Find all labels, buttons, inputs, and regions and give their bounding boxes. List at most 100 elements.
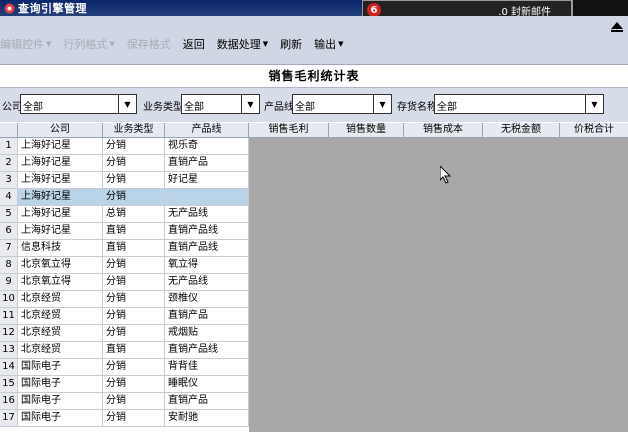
table-cell[interactable]: 直销 bbox=[103, 342, 165, 358]
menu-item[interactable]: 返回 bbox=[183, 36, 205, 52]
table-cell[interactable]: 颈椎仪 bbox=[165, 291, 249, 307]
chevron-down-icon: ▼ bbox=[46, 40, 52, 48]
menu-item-label: 编辑控件 bbox=[0, 38, 44, 51]
table-cell[interactable]: 北京经贸 bbox=[18, 342, 103, 358]
table-cell[interactable]: 氧立得 bbox=[165, 257, 249, 273]
menu-item-label: 数据处理 bbox=[216, 38, 261, 51]
table-cell[interactable]: 分销 bbox=[103, 274, 165, 290]
table-cell[interactable]: 戒烟贴 bbox=[165, 325, 249, 341]
chevron-down-icon[interactable]: ▼ bbox=[585, 95, 603, 113]
row-number: 7 bbox=[0, 240, 18, 256]
table-cell[interactable]: 上海好记星 bbox=[18, 172, 103, 188]
table-cell[interactable]: 分销 bbox=[103, 189, 165, 205]
row-number: 12 bbox=[0, 325, 18, 341]
table-cell[interactable]: 直销产品 bbox=[165, 393, 249, 409]
column-header[interactable]: 销售毛利 bbox=[249, 123, 329, 137]
table-cell[interactable]: 国际电子 bbox=[18, 393, 103, 409]
table-cell[interactable]: 安耐驰 bbox=[165, 410, 249, 426]
table-cell[interactable]: 北京经贸 bbox=[18, 308, 103, 324]
column-header[interactable]: 业务类型 bbox=[103, 123, 165, 137]
table-cell[interactable]: 北京氧立得 bbox=[18, 257, 103, 273]
table-cell[interactable]: 上海好记星 bbox=[18, 206, 103, 222]
mouse-cursor-icon bbox=[440, 166, 452, 184]
column-header[interactable]: 销售成本 bbox=[404, 123, 483, 137]
row-number: 14 bbox=[0, 359, 18, 375]
menu-item[interactable]: 输出 ▼ bbox=[314, 36, 343, 52]
table-cell[interactable]: 分销 bbox=[103, 291, 165, 307]
table-cell[interactable]: 无产品线 bbox=[165, 206, 249, 222]
column-header[interactable]: 公司 bbox=[18, 123, 103, 137]
table-cell[interactable]: 分销 bbox=[103, 172, 165, 188]
table-cell[interactable]: 直销产品线 bbox=[165, 240, 249, 256]
column-header[interactable]: 销售数量 bbox=[329, 123, 404, 137]
table-cell[interactable]: 直销产品 bbox=[165, 308, 249, 324]
table-cell[interactable]: 分销 bbox=[103, 325, 165, 341]
line-select[interactable]: 全部 ▼ bbox=[292, 94, 392, 114]
table-cell[interactable]: 分销 bbox=[103, 359, 165, 375]
line-label: 产品线 bbox=[264, 102, 294, 113]
table-cell[interactable]: 分销 bbox=[103, 155, 165, 171]
table-cell[interactable]: 直销 bbox=[103, 223, 165, 239]
menu-item[interactable]: 数据处理 ▼ bbox=[217, 36, 268, 52]
table-cell[interactable]: 视乐奇 bbox=[165, 138, 249, 154]
obscured-numeric-area bbox=[249, 138, 628, 432]
company-select[interactable]: 全部 ▼ bbox=[20, 94, 137, 114]
table-cell[interactable]: 睡眠仪 bbox=[165, 376, 249, 392]
row-number: 6 bbox=[0, 223, 18, 239]
goods-label: 存货名称 bbox=[397, 102, 437, 113]
table-cell[interactable]: 直销产品 bbox=[165, 155, 249, 171]
chevron-down-icon: ▼ bbox=[262, 40, 269, 48]
table-cell[interactable]: 无产品线 bbox=[165, 274, 249, 290]
row-number: 10 bbox=[0, 291, 18, 307]
company-value: 全部 bbox=[23, 102, 43, 113]
chevron-down-icon: ▼ bbox=[109, 40, 115, 48]
chevron-down-icon[interactable]: ▼ bbox=[118, 95, 136, 113]
row-number: 2 bbox=[0, 155, 18, 171]
table-cell[interactable]: 北京氧立得 bbox=[18, 274, 103, 290]
table-cell[interactable]: 分销 bbox=[103, 393, 165, 409]
table-cell[interactable]: 北京经贸 bbox=[18, 325, 103, 341]
table-cell[interactable]: 上海好记星 bbox=[18, 138, 103, 154]
menu-item-label: 输出 bbox=[314, 38, 337, 51]
table-cell[interactable]: 北京经贸 bbox=[18, 291, 103, 307]
table-cell[interactable]: 直销产品线 bbox=[165, 223, 249, 239]
table-cell[interactable]: 直销产品线 bbox=[165, 342, 249, 358]
column-header[interactable]: 无税金额 bbox=[483, 123, 560, 137]
biztype-value: 全部 bbox=[184, 102, 204, 113]
table-cell[interactable]: 分销 bbox=[103, 410, 165, 426]
menu-item[interactable]: 刷新 bbox=[280, 36, 302, 52]
table-cell[interactable]: 上海好记星 bbox=[18, 223, 103, 239]
row-number: 1 bbox=[0, 138, 18, 154]
table-cell[interactable]: 国际电子 bbox=[18, 359, 103, 375]
column-header[interactable]: 产品线 bbox=[165, 123, 249, 137]
menu-item-label: 行列格式 bbox=[63, 38, 108, 51]
table-cell[interactable] bbox=[165, 189, 249, 205]
chevron-down-icon[interactable]: ▼ bbox=[241, 95, 259, 113]
menu-item-label: 保存格式 bbox=[126, 38, 171, 51]
eject-icon[interactable] bbox=[610, 20, 624, 34]
app-icon bbox=[3, 2, 15, 14]
row-number: 5 bbox=[0, 206, 18, 222]
table-cell[interactable]: 总销 bbox=[103, 206, 165, 222]
table-cell[interactable]: 分销 bbox=[103, 138, 165, 154]
row-number: 16 bbox=[0, 393, 18, 409]
table-cell[interactable]: 分销 bbox=[103, 376, 165, 392]
window-title: 查询引擎管理 bbox=[18, 2, 87, 15]
biztype-select[interactable]: 全部 ▼ bbox=[181, 94, 260, 114]
goods-select[interactable]: 全部 ▼ bbox=[434, 94, 604, 114]
row-number-header bbox=[0, 123, 18, 137]
table-cell[interactable]: 上海好记星 bbox=[18, 189, 103, 205]
table-cell[interactable]: 背背佳 bbox=[165, 359, 249, 375]
table-cell[interactable]: 分销 bbox=[103, 308, 165, 324]
table-cell[interactable]: 好记星 bbox=[165, 172, 249, 188]
table-cell[interactable]: 国际电子 bbox=[18, 376, 103, 392]
column-header[interactable]: 价税合计 bbox=[560, 123, 628, 137]
chevron-down-icon[interactable]: ▼ bbox=[373, 95, 391, 113]
table-cell[interactable]: 信息科技 bbox=[18, 240, 103, 256]
table-cell[interactable]: 国际电子 bbox=[18, 410, 103, 426]
table-cell[interactable]: 直销 bbox=[103, 240, 165, 256]
table-cell[interactable]: 上海好记星 bbox=[18, 155, 103, 171]
company-label: 公司 bbox=[2, 102, 22, 113]
toolbar: 编辑控件 ▼ 行列格式 ▼ 保存格式 返回 数据处理 ▼ 刷新 输出 ▼ bbox=[0, 16, 628, 65]
table-cell[interactable]: 分销 bbox=[103, 257, 165, 273]
